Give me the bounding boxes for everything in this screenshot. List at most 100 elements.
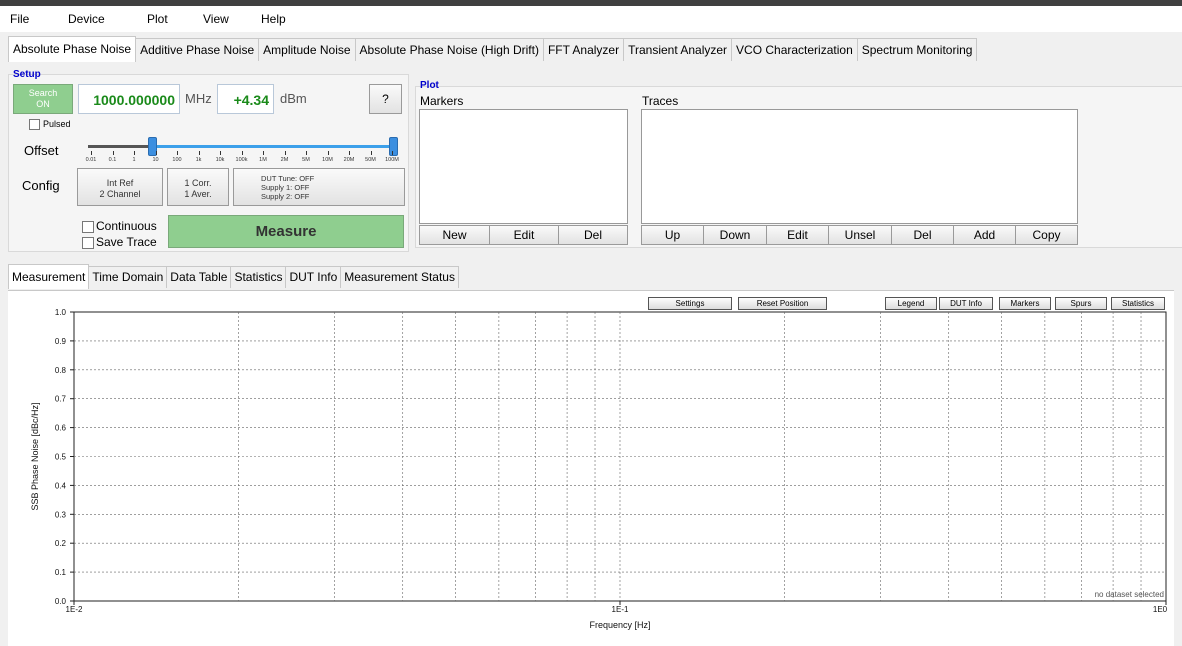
- offset-tick-label: 50M: [365, 157, 376, 163]
- offset-tick-mark: [177, 151, 178, 155]
- result-tabs: Measurement Time Domain Data Table Stati…: [8, 264, 459, 289]
- offset-tick-mark: [392, 151, 393, 155]
- offset-tick-label: 1M: [259, 157, 267, 163]
- x-tick-label: 1E-1: [612, 605, 629, 614]
- marker-del-button[interactable]: Del: [558, 225, 628, 245]
- y-tick-label: 1.0: [55, 308, 67, 317]
- frequency-field[interactable]: 1000.000000: [78, 84, 180, 114]
- tab-transient-analyzer[interactable]: Transient Analyzer: [623, 38, 733, 61]
- search-toggle-button[interactable]: Search ON: [13, 84, 73, 114]
- trace-unsel-button[interactable]: Unsel: [828, 225, 892, 245]
- offset-label: Offset: [24, 143, 59, 158]
- continuous-label: Continuous: [96, 219, 157, 233]
- supply2-status: Supply 2: OFF: [261, 192, 310, 201]
- tab-absolute-phase-noise[interactable]: Absolute Phase Noise: [8, 36, 137, 62]
- offset-tick-label: 10k: [215, 157, 225, 163]
- continuous-checkbox[interactable]: [82, 221, 94, 233]
- y-tick-label: 0.6: [55, 424, 67, 433]
- menu-bar: File Device Plot View Help: [0, 6, 1182, 32]
- trace-copy-button[interactable]: Copy: [1015, 225, 1078, 245]
- traces-label: Traces: [642, 94, 679, 108]
- offset-tick-label: 100k: [235, 157, 248, 163]
- y-axis-label: SSB Phase Noise [dBc/Hz]: [30, 402, 40, 510]
- offset-tick-label: 10: [152, 157, 159, 163]
- config-label: Config: [22, 178, 60, 193]
- marker-edit-button[interactable]: Edit: [489, 225, 559, 245]
- correlation-config-button[interactable]: 1 Corr. 1 Aver.: [167, 168, 229, 206]
- tab-dut-info[interactable]: DUT Info: [285, 266, 342, 288]
- plot-area: Settings Reset Position Legend DUT Info …: [8, 290, 1174, 646]
- tab-time-domain[interactable]: Time Domain: [88, 266, 168, 288]
- offset-tick-label: 100: [172, 157, 182, 163]
- correlation-line2: 1 Aver.: [184, 189, 212, 199]
- menu-file[interactable]: File: [10, 12, 29, 26]
- tab-amplitude-noise[interactable]: Amplitude Noise: [258, 38, 356, 61]
- offset-tick-mark: [220, 151, 221, 155]
- tab-data-table[interactable]: Data Table: [166, 266, 232, 288]
- menu-device[interactable]: Device: [68, 12, 105, 26]
- offset-slider-inactive: [88, 145, 152, 148]
- offset-slider-end-handle[interactable]: [389, 137, 398, 156]
- traces-list[interactable]: [641, 109, 1078, 224]
- y-tick-label: 0.9: [55, 337, 67, 346]
- main-tabs: Absolute Phase Noise Additive Phase Nois…: [8, 36, 978, 62]
- markers-list[interactable]: [419, 109, 628, 224]
- measure-button[interactable]: Measure: [168, 215, 404, 248]
- power-value: +4.34: [233, 92, 269, 108]
- tab-measurement-status[interactable]: Measurement Status: [340, 266, 459, 288]
- offset-tick-mark: [284, 151, 286, 155]
- reference-line2: 2 Channel: [99, 189, 141, 199]
- offset-tick-mark: [241, 151, 243, 155]
- correlation-line1: 1 Corr.: [184, 178, 212, 188]
- offset-tick-mark: [134, 151, 135, 155]
- offset-tick-label: 0.01: [85, 157, 97, 163]
- plot-title: Plot: [420, 80, 439, 91]
- tab-vco-characterization[interactable]: VCO Characterization: [731, 38, 858, 61]
- menu-view[interactable]: View: [203, 12, 229, 26]
- phase-noise-chart[interactable]: 0.00.10.20.30.40.50.60.70.80.91.01E-2 1E-…: [8, 291, 1174, 646]
- trace-up-button[interactable]: Up: [641, 225, 704, 245]
- offset-tick-mark: [91, 151, 92, 155]
- trace-edit-button[interactable]: Edit: [766, 225, 829, 245]
- offset-tick-label: 0.1: [108, 157, 117, 163]
- y-tick-label: 0.2: [55, 539, 67, 548]
- pulsed-checkbox[interactable]: [29, 119, 40, 130]
- pulsed-label: Pulsed: [43, 119, 71, 129]
- menu-help[interactable]: Help: [261, 12, 286, 26]
- tab-spectrum-monitoring[interactable]: Spectrum Monitoring: [856, 38, 978, 61]
- offset-tick-mark: [198, 151, 200, 155]
- marker-new-button[interactable]: New: [419, 225, 490, 245]
- dut-tune-status: DUT Tune: OFF: [261, 174, 315, 183]
- save-trace-checkbox[interactable]: [82, 237, 94, 249]
- trace-del-button[interactable]: Del: [891, 225, 954, 245]
- tab-additive-phase-noise[interactable]: Additive Phase Noise: [135, 38, 260, 61]
- reference-config-button[interactable]: Int Ref 2 Channel: [77, 168, 163, 206]
- trace-add-button[interactable]: Add: [953, 225, 1016, 245]
- supply1-status: Supply 1: OFF: [261, 183, 310, 192]
- tab-fft-analyzer[interactable]: FFT Analyzer: [542, 38, 625, 61]
- power-field[interactable]: +4.34: [217, 84, 274, 114]
- frequency-value: 1000.000000: [93, 92, 175, 108]
- menu-plot[interactable]: Plot: [147, 12, 168, 26]
- help-button[interactable]: ?: [369, 84, 402, 114]
- tab-measurement[interactable]: Measurement: [8, 264, 90, 289]
- offset-tick-mark: [263, 151, 264, 155]
- y-tick-label: 0.8: [55, 366, 67, 375]
- x-tick-label: 1E0: [1153, 605, 1168, 614]
- offset-tick-label: 1k: [195, 157, 202, 163]
- search-state: ON: [36, 99, 50, 109]
- y-tick-label: 0.4: [55, 481, 67, 490]
- offset-tick-mark: [370, 151, 372, 155]
- offset-tick-mark: [349, 151, 350, 155]
- offset-tick-label: 1: [132, 157, 136, 163]
- frequency-unit: MHz: [185, 91, 212, 106]
- offset-tick-label: 5M: [302, 157, 310, 163]
- dut-supply-config-button[interactable]: DUT Tune: OFF Supply 1: OFF Supply 2: OF…: [233, 168, 405, 206]
- tab-absolute-phase-noise-high-drift[interactable]: Absolute Phase Noise (High Drift): [354, 38, 544, 61]
- offset-tick-mark: [306, 151, 307, 155]
- x-tick-label: 1E-2: [66, 605, 83, 614]
- reference-line1: Int Ref: [106, 178, 134, 188]
- power-unit: dBm: [280, 91, 307, 106]
- tab-statistics[interactable]: Statistics: [230, 266, 287, 288]
- trace-down-button[interactable]: Down: [703, 225, 767, 245]
